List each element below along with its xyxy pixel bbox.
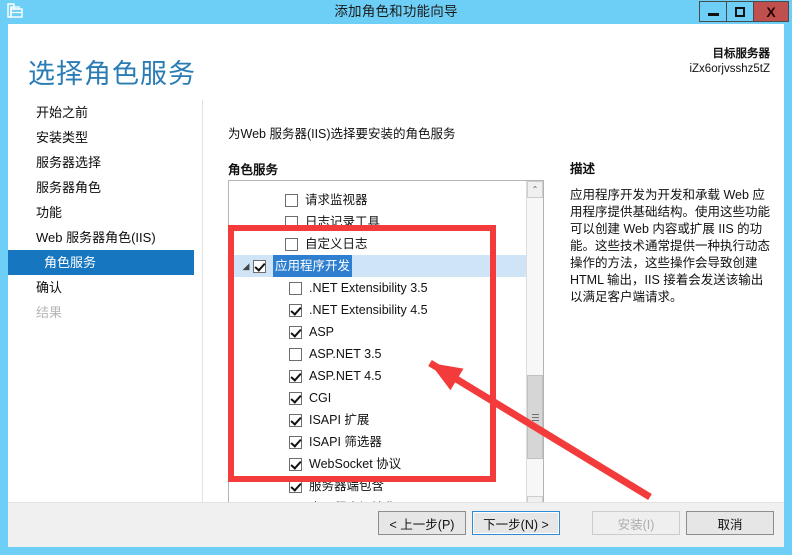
list-item-label: 请求监视器 <box>305 193 368 207</box>
list-item-label: ASP.NET 4.5 <box>309 369 382 383</box>
description-body: 应用程序开发为开发和承载 Web 应用程序提供基础结构。使用这些功能可以创建 W… <box>570 188 771 304</box>
checkbox-checked-icon[interactable] <box>289 479 302 493</box>
list-item-label: ASP.NET 3.5 <box>309 347 382 361</box>
window-title: 添加角色和功能向导 <box>334 4 458 19</box>
list-item-label: CGI <box>309 391 332 405</box>
checkbox-checked-icon[interactable] <box>289 391 302 405</box>
sidebar-item-label: 角色服务 <box>44 255 97 270</box>
sidebar-item-label: 服务器角色 <box>36 180 102 195</box>
checkbox-checked-icon[interactable] <box>289 413 302 427</box>
list-item-label: ISAPI 扩展 <box>309 413 370 427</box>
sidebar-item-7[interactable]: 确认 <box>8 275 194 300</box>
checkbox-checked-icon[interactable] <box>289 369 302 383</box>
list-item[interactable]: WebSocket 协议 <box>229 453 527 475</box>
description-pane: 描述 应用程序开发为开发和承载 Web 应用程序提供基础结构。使用这些功能可以创… <box>560 100 784 502</box>
list-item[interactable]: ISAPI 筛选器 <box>229 431 527 453</box>
wizard-navigation: 开始之前安装类型服务器选择服务器角色功能 Web 服务器角色(IIS) 角色服务确认… <box>8 100 194 325</box>
destination-server-label: 目标服务器 <box>712 48 771 60</box>
title-bar: 添加角色和功能向导 X <box>0 0 792 24</box>
sidebar-item-label: 结果 <box>36 305 63 320</box>
list-item[interactable]: 日志记录工具 <box>229 211 527 233</box>
sidebar-item-6[interactable]: 角色服务 <box>8 250 194 275</box>
destination-server-name: iZx6orjvsshz5tZ <box>689 63 770 75</box>
vertical-scrollbar[interactable]: ⌃ ⌄ <box>526 181 543 513</box>
description-title: 描述 <box>570 162 596 176</box>
list-item[interactable]: ASP.NET 3.5 <box>229 343 527 365</box>
sidebar-item-label: 开始之前 <box>36 105 89 120</box>
sidebar-item-4[interactable]: 功能 <box>8 200 194 225</box>
list-item-label: ASP <box>309 325 335 339</box>
sidebar-item-label: 服务器选择 <box>36 155 102 170</box>
maximize-button[interactable] <box>726 1 754 22</box>
list-item[interactable]: 请求监视器 <box>229 189 527 211</box>
list-item-label: .NET Extensibility 3.5 <box>309 281 428 295</box>
checkbox-checked-icon[interactable] <box>289 457 302 471</box>
list-item[interactable]: .NET Extensibility 4.5 <box>229 299 527 321</box>
cancel-button[interactable]: 取消 <box>686 511 774 535</box>
list-item-label: .NET Extensibility 4.5 <box>309 303 428 317</box>
close-button[interactable]: X <box>753 1 789 22</box>
wizard-window: 添加角色和功能向导 X 选择角色服务 目标服务器 iZx6orjvsshz5tZ… <box>0 0 792 555</box>
checkbox-unchecked-icon[interactable] <box>285 215 298 229</box>
nav-divider <box>202 100 203 502</box>
minimize-button[interactable] <box>699 1 727 22</box>
install-button: 安装(I) <box>592 511 680 535</box>
sidebar-item-label: Web 服务器角色(IIS) <box>36 230 156 245</box>
next-button[interactable]: 下一步(N) > <box>472 511 560 535</box>
sidebar-item-label: 确认 <box>36 280 63 295</box>
sidebar-item-label: 功能 <box>36 205 63 220</box>
list-item-label: WebSocket 协议 <box>309 457 402 471</box>
list-item[interactable]: 自定义日志 <box>229 233 527 255</box>
checkbox-checked-icon[interactable] <box>289 325 302 339</box>
role-services-listbox[interactable]: 请求监视器日志记录工具 自定义日志 ◢ 应用程序开发 .NET Extensibilit… <box>228 180 544 514</box>
list-item-label: 自定义日志 <box>305 237 368 251</box>
checkbox-checked-icon[interactable] <box>289 303 302 317</box>
destination-server-block: 目标服务器 iZx6orjvsshz5tZ <box>689 47 770 77</box>
list-item[interactable]: ISAPI 扩展 <box>229 409 527 431</box>
main-intro-text: 为Web 服务器(IIS)选择要安装的角色服务 <box>228 127 456 141</box>
list-item-label: 应用程序开发 <box>273 255 353 277</box>
page-title: 选择角色服务 <box>28 59 196 89</box>
list-item-label: ISAPI 筛选器 <box>309 435 382 449</box>
sidebar-item-2[interactable]: 服务器选择 <box>8 150 194 175</box>
list-item[interactable]: 服务器端包含 <box>229 475 527 497</box>
role-services-list: 请求监视器日志记录工具 自定义日志 ◢ 应用程序开发 .NET Extensibilit… <box>229 181 527 513</box>
sidebar-item-8: 结果 <box>8 300 194 325</box>
previous-button[interactable]: < 上一步(P) <box>378 511 466 535</box>
checkbox-unchecked-icon[interactable] <box>285 193 298 207</box>
sidebar-item-3[interactable]: 服务器角色 <box>8 175 194 200</box>
checkbox-checked-icon[interactable] <box>253 259 266 273</box>
wizard-buttons: < 上一步(P) 下一步(N) > 安装(I) 取消 <box>378 511 774 535</box>
window-controls: X <box>699 1 789 22</box>
scrollbar-thumb[interactable] <box>527 375 543 459</box>
list-item-label: 日志记录工具 <box>305 215 381 229</box>
list-item[interactable]: ASP <box>229 321 527 343</box>
list-item-label: 服务器端包含 <box>309 479 385 493</box>
sidebar-item-0[interactable]: 开始之前 <box>8 100 194 125</box>
checkbox-unchecked-icon[interactable] <box>285 237 298 251</box>
scroll-up-icon[interactable]: ⌃ <box>527 181 543 198</box>
list-item[interactable]: ◢ 应用程序开发 <box>229 255 527 277</box>
checkbox-checked-icon[interactable] <box>289 435 302 449</box>
role-services-label: 角色服务 <box>228 163 279 177</box>
list-item[interactable]: ASP.NET 4.5 <box>229 365 527 387</box>
sidebar-item-1[interactable]: 安装类型 <box>8 125 194 150</box>
window-body: 选择角色服务 目标服务器 iZx6orjvsshz5tZ 开始之前安装类型服务器… <box>8 24 784 547</box>
main-pane: 为Web 服务器(IIS)选择要安装的角色服务 角色服务 <box>219 100 559 178</box>
list-item[interactable]: .NET Extensibility 3.5 <box>229 277 527 299</box>
sidebar-item-label: 安装类型 <box>36 130 89 145</box>
footer-bar: < 上一步(P) 下一步(N) > 安装(I) 取消 <box>8 502 784 547</box>
sidebar-item-5[interactable]: Web 服务器角色(IIS) <box>8 225 194 250</box>
scrollbar-grip-icon <box>532 414 539 421</box>
list-item[interactable]: CGI <box>229 387 527 409</box>
expander-collapse-icon[interactable]: ◢ <box>239 255 253 277</box>
checkbox-unchecked-icon[interactable] <box>289 347 302 361</box>
checkbox-unchecked-icon[interactable] <box>289 281 302 295</box>
